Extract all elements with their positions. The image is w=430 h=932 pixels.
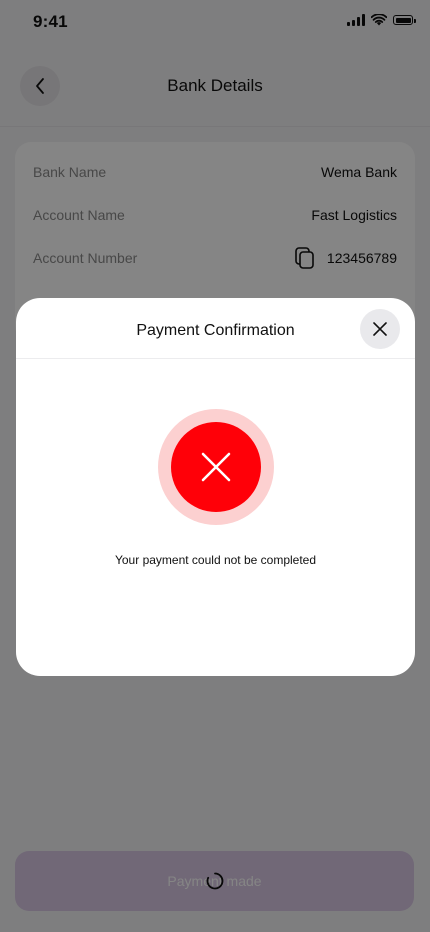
close-icon [373,322,387,336]
error-status-circle [171,422,261,512]
close-button[interactable] [360,309,400,349]
payment-confirmation-modal: Payment Confirmation Your payment could … [16,298,415,676]
error-status-badge [158,409,274,525]
error-message: Your payment could not be completed [114,553,317,567]
modal-header: Payment Confirmation [16,298,415,359]
modal-title: Payment Confirmation [136,322,295,339]
error-x-icon [201,452,231,482]
